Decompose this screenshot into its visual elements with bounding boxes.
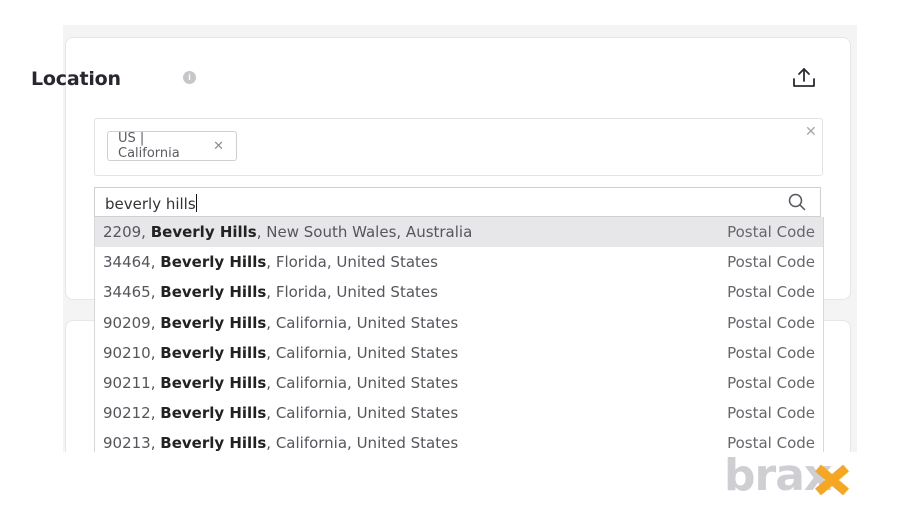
result-match: Beverly Hills <box>160 343 267 362</box>
selected-locations-box[interactable]: US | California ✕ <box>94 118 823 176</box>
result-suffix: , California, United States <box>266 313 459 332</box>
result-suffix: , California, United States <box>266 343 459 362</box>
result-type: Postal Code <box>727 253 815 272</box>
result-location-text: 90213, Beverly Hills, California, United… <box>103 434 458 452</box>
result-type: Postal Code <box>727 404 815 423</box>
result-prefix: 34465, <box>103 283 161 302</box>
result-type: Postal Code <box>727 374 815 393</box>
info-icon[interactable]: i <box>183 71 196 84</box>
svg-text:brax: brax <box>724 452 832 498</box>
result-option[interactable]: 34464, Beverly Hills, Florida, United St… <box>95 247 823 277</box>
result-option[interactable]: 34465, Beverly Hills, Florida, United St… <box>95 277 823 307</box>
result-type: Postal Code <box>727 313 815 332</box>
upload-icon[interactable] <box>791 65 817 91</box>
results-dropdown: 2209, Beverly Hills, New South Wales, Au… <box>94 217 824 452</box>
chip-label: US | California <box>118 131 180 161</box>
result-prefix: 90209, <box>103 313 161 332</box>
result-option[interactable]: 90212, Beverly Hills, California, United… <box>95 398 823 428</box>
result-prefix: 90213, <box>103 434 161 452</box>
result-option[interactable]: 90211, Beverly Hills, California, United… <box>95 368 823 398</box>
result-match: Beverly Hills <box>160 434 267 452</box>
result-match: Beverly Hills <box>150 223 257 242</box>
result-prefix: 34464, <box>103 253 161 272</box>
result-match: Beverly Hills <box>160 404 267 423</box>
result-location-text: 90210, Beverly Hills, California, United… <box>103 344 458 362</box>
result-location-text: 90209, Beverly Hills, California, United… <box>103 314 458 332</box>
result-match: Beverly Hills <box>160 313 267 332</box>
result-location-text: 34465, Beverly Hills, Florida, United St… <box>103 283 438 301</box>
result-match: Beverly Hills <box>160 253 267 272</box>
result-option[interactable]: 90209, Beverly Hills, California, United… <box>95 308 823 338</box>
close-icon[interactable]: ✕ <box>213 139 224 154</box>
result-type: Postal Code <box>727 223 815 242</box>
result-prefix: 90211, <box>103 374 161 393</box>
result-suffix: , Florida, United States <box>266 283 438 302</box>
result-type: Postal Code <box>727 434 815 452</box>
clear-all-close-icon[interactable]: ✕ <box>805 123 817 140</box>
result-prefix: 2209, <box>103 223 151 242</box>
search-icon[interactable] <box>788 193 806 211</box>
result-type: Postal Code <box>727 343 815 362</box>
result-suffix: , Florida, United States <box>266 253 438 272</box>
result-suffix: , California, United States <box>266 374 459 393</box>
result-match: Beverly Hills <box>160 283 267 302</box>
result-location-text: 90212, Beverly Hills, California, United… <box>103 404 458 422</box>
result-match: Beverly Hills <box>160 374 267 393</box>
location-chip: US | California ✕ <box>107 131 237 161</box>
result-location-text: 34464, Beverly Hills, Florida, United St… <box>103 253 438 271</box>
result-suffix: , New South Wales, Australia <box>256 223 473 242</box>
result-prefix: 90210, <box>103 343 161 362</box>
search-box[interactable]: beverly hills <box>94 187 821 217</box>
result-suffix: , California, United States <box>266 434 459 452</box>
section-title: Location <box>31 68 121 90</box>
brax-logo: brax <box>724 452 849 498</box>
search-input[interactable]: beverly hills <box>105 194 755 213</box>
result-option[interactable]: 90213, Beverly Hills, California, United… <box>95 428 823 452</box>
result-option[interactable]: 90210, Beverly Hills, California, United… <box>95 338 823 368</box>
result-location-text: 2209, Beverly Hills, New South Wales, Au… <box>103 223 472 241</box>
result-type: Postal Code <box>727 283 815 302</box>
result-suffix: , California, United States <box>266 404 459 423</box>
result-option[interactable]: 2209, Beverly Hills, New South Wales, Au… <box>95 217 823 248</box>
result-prefix: 90212, <box>103 404 161 423</box>
result-location-text: 90211, Beverly Hills, California, United… <box>103 374 458 392</box>
